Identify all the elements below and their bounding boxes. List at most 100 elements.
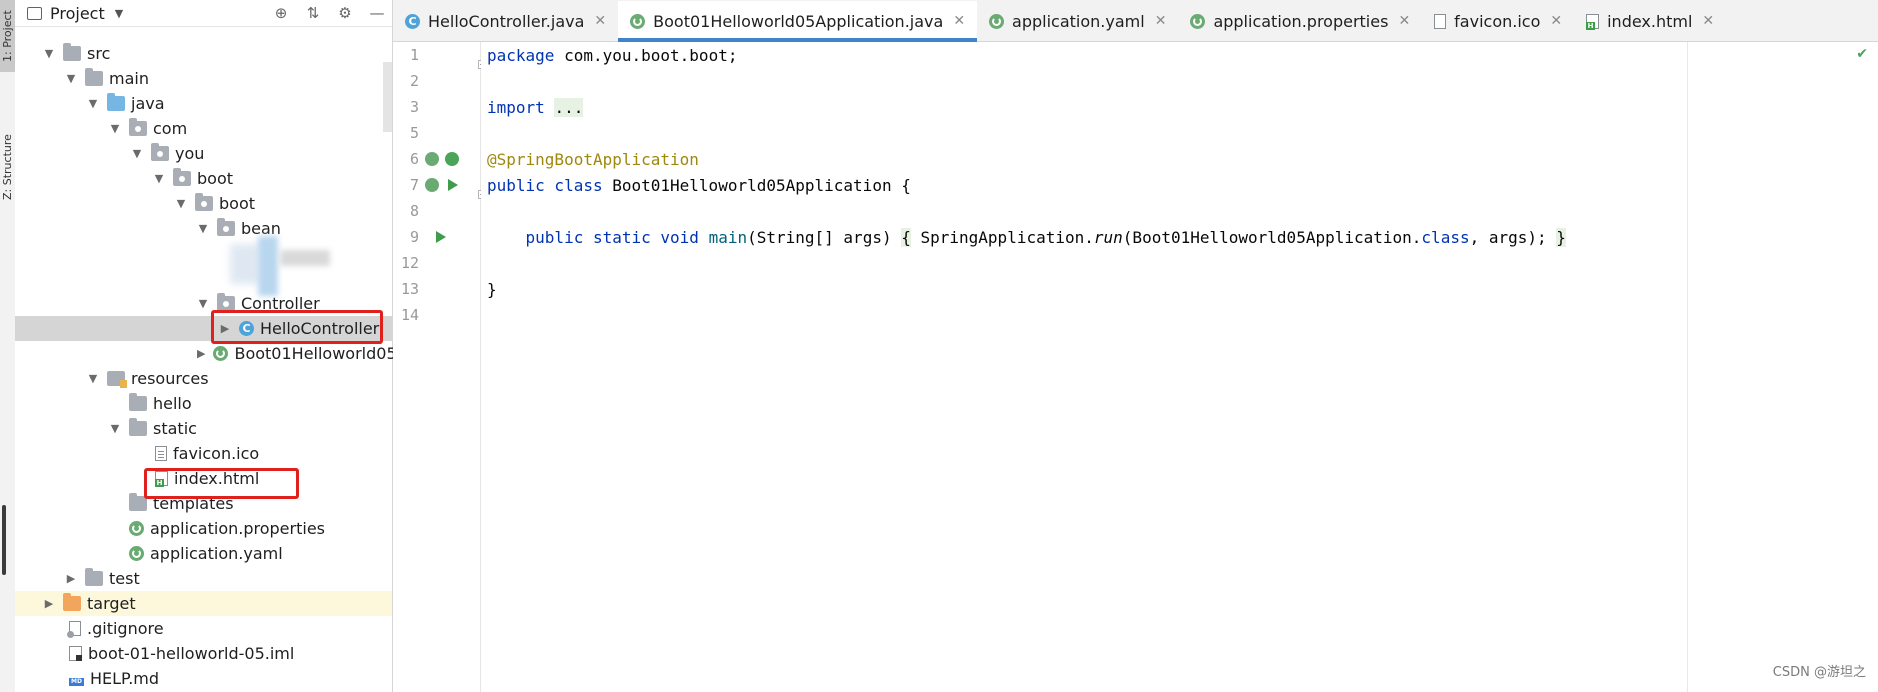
folded-imports[interactable]: ... (554, 97, 584, 117)
tree-node-gitignore[interactable]: .gitignore (15, 616, 392, 641)
expand-arrow-icon[interactable]: ▼ (43, 47, 55, 60)
spring-config-icon (989, 13, 1005, 29)
tree-node-favicon[interactable]: favicon.ico (15, 441, 392, 466)
tree-node-target[interactable]: ▶ target (15, 591, 392, 616)
close-icon[interactable]: ✕ (1702, 13, 1714, 29)
minimize-icon[interactable]: — (368, 4, 386, 22)
resources-folder-icon (107, 371, 127, 388)
tree-node-src[interactable]: ▼ src (15, 41, 392, 66)
line-number: 14 (400, 306, 419, 324)
close-icon[interactable]: ✕ (1398, 13, 1410, 29)
panel-scrollbar[interactable] (383, 62, 392, 132)
code-line-13: } (487, 279, 497, 299)
spring-bean-gutter-icon[interactable] (425, 152, 439, 166)
gitignore-file-icon (67, 621, 81, 638)
tree-label: HELP.md (90, 669, 160, 688)
gear-icon[interactable]: ⚙ (336, 4, 354, 22)
line-number: 8 (409, 202, 419, 220)
tree-node-iml[interactable]: boot-01-helloworld-05.iml (15, 641, 392, 666)
expand-arrow-icon[interactable]: ▼ (109, 122, 121, 135)
project-panel: Project ▼ ⊕ ⇅ ⚙ — ▼ src ▼ main ▼ java ▼ … (15, 0, 397, 692)
tab-favicon[interactable]: favicon.ico ✕ (1422, 1, 1574, 41)
tree-node-resources[interactable]: ▼ resources (15, 366, 392, 391)
editor-gutter: 1 2 3 5 6 7 8 9 12 13 14 (393, 42, 481, 692)
expand-arrow-icon[interactable]: ▼ (197, 222, 209, 235)
tree-node-application-yaml[interactable]: application.yaml (15, 541, 392, 566)
tree-node-application-properties[interactable]: application.properties (15, 516, 392, 541)
expand-arrow-icon[interactable]: ▼ (175, 197, 187, 210)
locate-icon[interactable]: ⊕ (272, 4, 290, 22)
package-icon (217, 218, 235, 236)
tree-node-boot[interactable]: ▼ boot (15, 166, 392, 191)
project-tool-tab[interactable]: 1: Project (0, 0, 15, 72)
spring-bean-gutter-icon[interactable] (425, 178, 439, 192)
collapsed-arrow-icon[interactable]: ▶ (43, 597, 55, 610)
tree-label: boot-01-helloworld-05.iml (88, 644, 295, 663)
tree-node-obscured (15, 241, 392, 291)
tab-label: index.html (1607, 11, 1693, 31)
spring-config-gutter-icon[interactable] (445, 152, 459, 166)
java-class-icon: C (405, 13, 420, 29)
structure-tool-tab[interactable]: Z: Structure (0, 120, 15, 215)
tree-label: target (87, 594, 136, 613)
project-panel-title[interactable]: Project (50, 4, 105, 23)
expand-arrow-icon[interactable]: ▼ (197, 297, 209, 310)
chevron-down-icon[interactable]: ▼ (115, 7, 123, 20)
run-icon[interactable] (448, 179, 458, 191)
tree-node-bean[interactable]: ▼ bean (15, 216, 392, 241)
line-number: 12 (400, 254, 419, 272)
markdown-file-icon (69, 671, 84, 686)
tab-application-yaml[interactable]: application.yaml ✕ (977, 1, 1178, 41)
line-number: 5 (409, 124, 419, 142)
tree-label: java (131, 94, 165, 113)
close-icon[interactable]: ✕ (1550, 13, 1562, 29)
code-editor[interactable]: package com.you.boot.boot; import ... @S… (481, 42, 1878, 692)
package-icon (129, 118, 147, 136)
tree-label: hello (153, 394, 192, 413)
run-icon[interactable] (436, 231, 446, 243)
close-icon[interactable]: ✕ (1155, 13, 1167, 29)
expand-arrow-icon[interactable]: ▼ (109, 422, 121, 435)
expand-arrow-icon[interactable]: ▼ (65, 72, 77, 85)
tree-node-java[interactable]: ▼ java (15, 91, 392, 116)
spring-config-icon (129, 546, 144, 561)
tab-label: application.properties (1213, 11, 1389, 31)
tree-label: src (87, 44, 111, 63)
tree-node-application-class[interactable]: ▶ Boot01Helloworld05 (15, 341, 397, 366)
collapse-all-icon[interactable]: ⇅ (304, 4, 322, 22)
tab-label: Boot01Helloworld05Application.java (653, 11, 944, 31)
tree-node-static[interactable]: ▼ static (15, 416, 392, 441)
tree-node-com[interactable]: ▼ com (15, 116, 392, 141)
tree-node-boot-inner[interactable]: ▼ boot (15, 191, 392, 216)
tab-application-properties[interactable]: application.properties ✕ (1178, 1, 1422, 41)
check-icon[interactable]: ✔ (1856, 46, 1868, 62)
project-panel-header: Project ▼ ⊕ ⇅ ⚙ — (15, 0, 392, 27)
expand-arrow-icon[interactable]: ▼ (87, 372, 99, 385)
iml-file-icon (69, 646, 82, 661)
line-number: 6 (409, 150, 419, 168)
excluded-folder-icon (63, 593, 81, 611)
collapsed-arrow-icon[interactable]: ▶ (65, 572, 77, 585)
expand-arrow-icon[interactable]: ▼ (153, 172, 165, 185)
tab-hellocontroller[interactable]: C HelloController.java ✕ (393, 1, 618, 41)
tree-node-you[interactable]: ▼ you (15, 141, 392, 166)
expand-arrow-icon[interactable]: ▼ (87, 97, 99, 110)
collapsed-arrow-icon[interactable]: ▶ (197, 347, 205, 360)
tree-node-hello[interactable]: hello (15, 391, 392, 416)
tree-node-help-md[interactable]: HELP.md (15, 666, 392, 691)
tree-node-main[interactable]: ▼ main (15, 66, 392, 91)
tab-application-java[interactable]: Boot01Helloworld05Application.java ✕ (618, 1, 978, 42)
tree-label: resources (131, 369, 209, 388)
close-icon[interactable]: ✕ (594, 13, 606, 29)
line-number: 2 (409, 72, 419, 90)
folder-icon (129, 393, 147, 411)
code-line-1: package com.you.boot.boot; (487, 45, 738, 65)
expand-arrow-icon[interactable]: ▼ (131, 147, 143, 160)
tree-node-test[interactable]: ▶ test (15, 566, 392, 591)
tree-label: static (153, 419, 197, 438)
source-folder-icon (107, 93, 125, 111)
tree-label: application.yaml (150, 544, 283, 563)
close-icon[interactable]: ✕ (953, 13, 965, 29)
project-folder-icon (27, 6, 42, 20)
tab-index-html[interactable]: index.html ✕ (1574, 1, 1726, 41)
